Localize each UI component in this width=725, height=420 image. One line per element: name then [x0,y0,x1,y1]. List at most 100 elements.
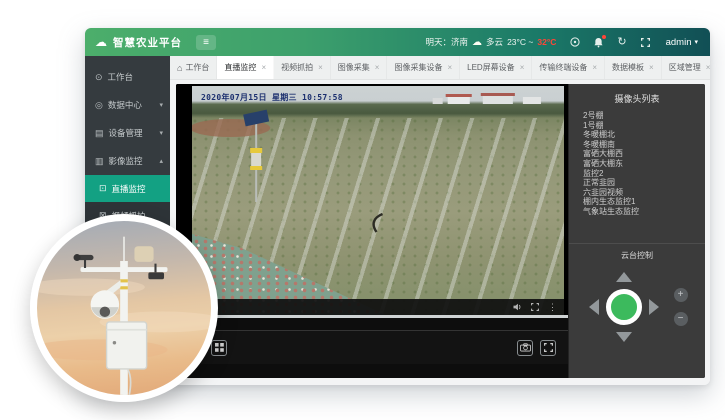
help-icon [570,37,580,47]
ptz-title: 云台控制 [569,244,705,270]
video-fullscreen-button[interactable] [540,340,556,356]
camera-list-item[interactable]: 棚内生态监控1 [583,197,705,207]
live-monitor-icon: ⊡ [99,183,107,194]
live-video-feed[interactable]: 2020年07月15日 星期三 10:57:58 / 0:00 [192,86,564,315]
camera-list-title: 摄像头列表 [569,84,705,111]
spacer [176,318,568,330]
tab-label: LED屏幕设备 [467,62,515,73]
sidebar-item-data-center[interactable]: ◎ 数据中心 ▾ [85,91,170,119]
ptz-center-button[interactable] [606,289,642,325]
home-icon: ⌂ [177,63,182,73]
ptz-down-button[interactable] [616,332,632,342]
monitoring-panel: 2020年07月15日 星期三 10:57:58 / 0:00 [176,84,705,378]
ptz-left-button[interactable] [589,299,599,315]
notifications-button[interactable] [594,37,603,48]
volume-icon[interactable] [513,303,522,311]
close-icon[interactable]: × [261,63,266,72]
sidebar-item-label: 工作台 [108,71,134,83]
camera-list-item[interactable]: 六韭园视频 [583,188,705,198]
snapshot-button[interactable] [517,340,533,356]
app-title: 智慧农业平台 [113,35,182,50]
workbench-icon: ⊙ [95,72,103,83]
zoom-in-button[interactable]: + [674,288,688,302]
tab-label: 区域管理 [669,62,701,73]
ptz-up-button[interactable] [616,272,632,282]
tab-label: 工作台 [185,62,209,73]
tab-label: 传输终端设备 [539,62,587,73]
ptz-zoom-buttons: + − [674,288,688,326]
camera-list-item[interactable]: 富硒大棚西 [583,149,705,159]
refresh-icon: ↻ [617,37,626,48]
fullscreen-icon [544,343,553,352]
notification-badge [602,35,606,39]
tab-live-monitoring[interactable]: 直播监控 × [217,56,274,79]
sidebar-item-workbench[interactable]: ⊙ 工作台 [85,63,170,91]
device-icon: ▤ [95,128,104,139]
close-icon[interactable]: × [318,63,323,72]
expand-icon[interactable] [531,303,539,311]
chevron-down-icon: ▾ [159,101,163,109]
app-logo-cloud-icon: ☁ [95,36,107,48]
camera-list: 2号棚 1号棚 冬暖棚北 冬暖棚南 富硒大棚西 富硒大棚东 监控2 正常韭园 六… [569,111,705,217]
close-icon[interactable]: × [447,63,452,72]
sidebar-item-device-management[interactable]: ▤ 设备管理 ▾ [85,119,170,147]
tab-transmission-devices[interactable]: 传输终端设备 × [532,56,605,79]
tab-workbench[interactable]: ⌂ 工作台 [170,56,217,79]
fullscreen-button[interactable] [641,38,650,47]
weather-widget: 明天：济南 ☁ 多云 23°C ~ 32°C [426,36,557,48]
fullscreen-icon [641,38,650,47]
weather-station-illustration [37,221,211,395]
tab-data-template[interactable]: 数据模板 × [605,56,662,79]
sidebar-item-label: 设备管理 [109,127,143,139]
chevron-down-icon: ▾ [159,129,163,137]
tab-label: 数据模板 [612,62,644,73]
sidebar-item-label: 影像监控 [109,155,143,167]
tab-label: 视频抓拍 [281,62,313,73]
tab-image-capture[interactable]: 图像采集 × [331,56,388,79]
camera-list-item[interactable]: 1号棚 [583,121,705,131]
camera-list-item[interactable]: 冬暖棚南 [583,140,705,150]
close-icon[interactable]: × [649,63,654,72]
camera-list-item[interactable]: 冬暖棚北 [583,130,705,140]
video-column: 2020年07月15日 星期三 10:57:58 / 0:00 [176,84,568,378]
camera-icon [520,343,531,352]
close-icon[interactable]: × [706,63,710,72]
help-button[interactable] [570,37,580,47]
more-options-icon[interactable]: ⋮ [548,302,557,313]
camera-list-item[interactable]: 富硒大棚东 [583,159,705,169]
grid-view-button[interactable] [211,340,227,356]
user-menu[interactable]: admin ▾ [666,37,698,48]
tab-video-snapshot[interactable]: 视频抓拍 × [274,56,331,79]
video-stage: 2020年07月15日 星期三 10:57:58 / 0:00 [176,84,568,315]
main-area: ⌂ 工作台 直播监控 × 视频抓拍 × 图像采集 × 图像采集设备 × [170,56,710,385]
tab-led-devices[interactable]: LED屏幕设备 × [460,56,532,79]
top-header: ☁ 智慧农业平台 ≡ 明天：济南 ☁ 多云 23°C ~ 32°C [85,28,710,56]
temp-high: 32°C [537,37,556,47]
close-icon[interactable]: × [520,63,525,72]
camera-list-item[interactable]: 正常韭园 [583,178,705,188]
view-toolbar [176,330,568,364]
close-icon[interactable]: × [375,63,380,72]
chevron-down-icon: ▾ [694,38,698,46]
tab-capture-devices[interactable]: 图像采集设备 × [387,56,460,79]
spacer [176,364,568,378]
tab-region-management[interactable]: 区域管理 × [662,56,710,79]
zoom-out-button[interactable]: − [674,312,688,326]
hamburger-menu-button[interactable]: ≡ [196,35,216,50]
tab-label: 直播监控 [224,62,256,73]
refresh-button[interactable]: ↻ [617,37,626,48]
ptz-control: + − [569,270,705,344]
username: admin [666,37,692,48]
weather-cloud-icon: ☁ [472,37,482,48]
close-icon[interactable]: × [592,63,597,72]
ptz-right-button[interactable] [649,299,659,315]
temp-low: 23°C ~ [507,37,533,47]
sidebar-item-video-monitoring[interactable]: ▥ 影像监控 ▴ [85,147,170,175]
camera-list-item[interactable]: 2号棚 [583,111,705,121]
camera-list-item[interactable]: 气象站生态监控 [583,207,705,217]
sidebar-subitem-live-monitoring[interactable]: ⊡ 直播监控 [85,175,170,202]
camera-list-item[interactable]: 监控2 [583,169,705,179]
field-details [192,86,564,315]
video-timestamp: 2020年07月15日 星期三 10:57:58 [201,92,343,103]
camera-panel: 摄像头列表 2号棚 1号棚 冬暖棚北 冬暖棚南 富硒大棚西 富硒大棚东 监控2 … [568,84,705,378]
